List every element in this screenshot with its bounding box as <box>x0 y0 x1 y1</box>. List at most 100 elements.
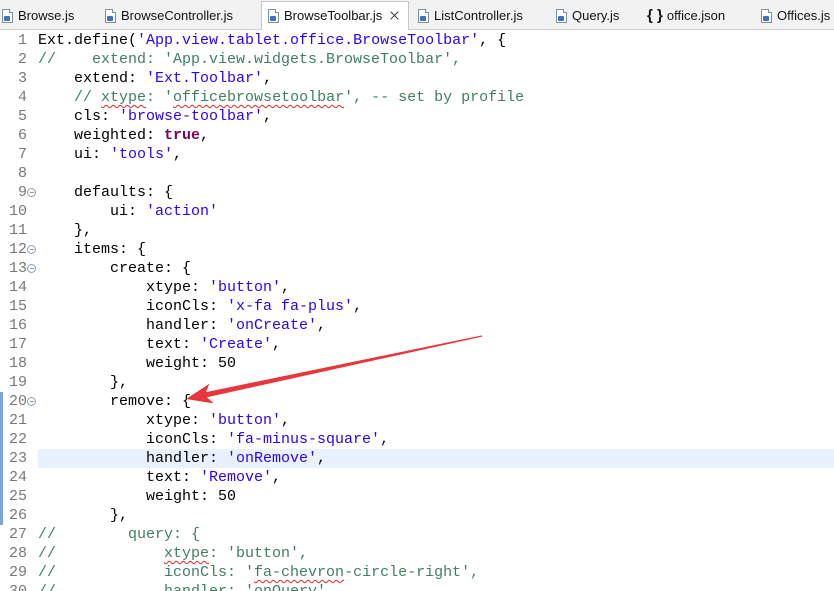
line-gutter: 26 <box>0 506 38 525</box>
code-line-text[interactable]: handler: 'onRemove', <box>38 449 834 468</box>
code-line-text[interactable]: text: 'Create', <box>38 335 834 354</box>
code-line-text[interactable] <box>38 164 834 183</box>
code-line[interactable]: 29 // iconCls: 'fa-chevron-circle-right', <box>0 563 834 582</box>
tab-browsecontroller-js[interactable]: BrowseController.js <box>105 0 233 31</box>
tab-office-json[interactable]: { } office.json <box>647 0 725 31</box>
code-line-text[interactable]: // xtype: 'button', <box>38 544 834 563</box>
tab-query-js[interactable]: Query.js <box>556 0 619 31</box>
code-line-text[interactable]: // xtype: 'officebrowsetoolbar', -- set … <box>38 88 834 107</box>
code-line[interactable]: 2 // extend: 'App.view.widgets.BrowseTool… <box>0 50 834 69</box>
fold-toggle-icon[interactable] <box>27 397 36 406</box>
code-line-text[interactable]: weight: 50 <box>38 487 834 506</box>
code-line[interactable]: 10 ui: 'action' <box>0 202 834 221</box>
code-editor[interactable]: 1 Ext.define('App.view.tablet.office.Brow… <box>0 31 834 591</box>
code-text: xtype: <box>38 279 210 296</box>
code-line[interactable]: 7 ui: 'tools', <box>0 145 834 164</box>
code-line[interactable]: 22 iconCls: 'fa-minus-square', <box>0 430 834 449</box>
code-line-text[interactable]: create: { <box>38 259 834 278</box>
line-number: 26 <box>8 507 27 524</box>
line-gutter: 2 <box>0 50 38 69</box>
close-icon[interactable] <box>390 11 399 20</box>
code-line[interactable]: 26 }, <box>0 506 834 525</box>
js-file-icon <box>2 8 13 23</box>
keyword: true <box>164 127 201 144</box>
code-line-text[interactable]: extend: 'Ext.Toolbar', <box>38 69 834 88</box>
code-line-text[interactable]: iconCls: 'x-fa fa-plus', <box>38 297 834 316</box>
code-line[interactable]: 25 weight: 50 <box>0 487 834 506</box>
line-number: 8 <box>17 165 27 182</box>
code-line[interactable]: 14 xtype: 'button', <box>0 278 834 297</box>
code-line[interactable]: 12 items: { <box>0 240 834 259</box>
code-line[interactable]: 21 xtype: 'button', <box>0 411 834 430</box>
code-line[interactable]: 13 create: { <box>0 259 834 278</box>
code-text: weighted: <box>38 127 165 144</box>
code-line-text[interactable]: ui: 'action' <box>38 202 834 221</box>
code-line[interactable]: 8 <box>0 164 834 183</box>
tab-browsetoolbar-js[interactable]: BrowseToolbar.js <box>261 1 410 30</box>
code-line[interactable]: 17 text: 'Create', <box>0 335 834 354</box>
code-line[interactable]: 23 handler: 'onRemove', <box>0 449 834 468</box>
code-line-text[interactable]: xtype: 'button', <box>38 278 834 297</box>
fold-toggle-icon[interactable] <box>27 264 36 273</box>
tab-browse-js[interactable]: Browse.js <box>2 0 74 31</box>
code-line-text[interactable]: // query: { <box>38 525 834 544</box>
code-line[interactable]: 1 Ext.define('App.view.tablet.office.Brow… <box>0 31 834 50</box>
code-line-text[interactable]: }, <box>38 506 834 525</box>
line-gutter: 6 <box>0 126 38 145</box>
code-line[interactable]: 30 // handler: 'onQuery', <box>0 582 834 591</box>
code-line[interactable]: 27 // query: { <box>0 525 834 544</box>
line-number: 23 <box>8 450 27 467</box>
string-literal: 'Remove' <box>200 469 273 486</box>
comment-text: // iconCls: ' <box>38 564 255 581</box>
tab-offices-js[interactable]: Offices.js <box>761 0 830 31</box>
fold-toggle-icon[interactable] <box>27 188 36 197</box>
code-line-text[interactable]: items: { <box>38 240 834 259</box>
string-literal: 'button' <box>209 412 282 429</box>
code-text: , <box>353 298 363 315</box>
code-line-text[interactable]: // iconCls: 'fa-chevron-circle-right', <box>38 563 834 582</box>
code-line-text[interactable]: // handler: 'onQuery', <box>38 582 834 591</box>
code-line[interactable]: 3 extend: 'Ext.Toolbar', <box>0 69 834 88</box>
code-line[interactable]: 15 iconCls: 'x-fa fa-plus', <box>0 297 834 316</box>
code-line[interactable]: 4 // xtype: 'officebrowsetoolbar', -- se… <box>0 88 834 107</box>
code-line[interactable]: 5 cls: 'browse-toolbar', <box>0 107 834 126</box>
misspelled-word: xtype <box>164 545 210 562</box>
line-number: 20 <box>8 393 27 410</box>
code-text: , <box>281 279 291 296</box>
code-line-text[interactable]: }, <box>38 373 834 392</box>
code-line[interactable]: 28 // xtype: 'button', <box>0 544 834 563</box>
code-line-text[interactable]: text: 'Remove', <box>38 468 834 487</box>
fold-toggle-icon[interactable] <box>27 245 36 254</box>
string-literal: 'onCreate' <box>227 317 318 334</box>
code-line[interactable]: 19 }, <box>0 373 834 392</box>
code-line-text[interactable]: ui: 'tools', <box>38 145 834 164</box>
line-gutter: 9 <box>0 183 38 202</box>
code-line-text[interactable]: iconCls: 'fa-minus-square', <box>38 430 834 449</box>
code-line[interactable]: 11 }, <box>0 221 834 240</box>
line-number: 16 <box>8 317 27 334</box>
code-line[interactable]: 18 weight: 50 <box>0 354 834 373</box>
code-line-text[interactable]: cls: 'browse-toolbar', <box>38 107 834 126</box>
code-line-text[interactable]: xtype: 'button', <box>38 411 834 430</box>
code-line[interactable]: 6 weighted: true, <box>0 126 834 145</box>
line-number: 5 <box>17 108 27 125</box>
code-line-text[interactable]: handler: 'onCreate', <box>38 316 834 335</box>
code-text: , <box>317 450 327 467</box>
comment-text: // <box>38 545 165 562</box>
code-line-text[interactable]: Ext.define('App.view.tablet.office.Brows… <box>38 31 834 50</box>
code-line-text[interactable]: weight: 50 <box>38 354 834 373</box>
line-gutter: 10 <box>0 202 38 221</box>
code-line-text[interactable]: }, <box>38 221 834 240</box>
string-literal: 'action' <box>146 203 219 220</box>
code-line[interactable]: 24 text: 'Remove', <box>0 468 834 487</box>
tab-listcontroller-js[interactable]: ListController.js <box>418 0 523 31</box>
code-line-text[interactable]: remove: { <box>38 392 834 411</box>
code-line-text[interactable]: defaults: { <box>38 183 834 202</box>
code-line[interactable]: 20 remove: { <box>0 392 834 411</box>
line-gutter: 17 <box>0 335 38 354</box>
code-line-text[interactable]: // extend: 'App.view.widgets.BrowseToolb… <box>38 50 834 69</box>
code-line[interactable]: 16 handler: 'onCreate', <box>0 316 834 335</box>
code-line-text[interactable]: weighted: true, <box>38 126 834 145</box>
line-gutter: 25 <box>0 487 38 506</box>
code-line[interactable]: 9 defaults: { <box>0 183 834 202</box>
